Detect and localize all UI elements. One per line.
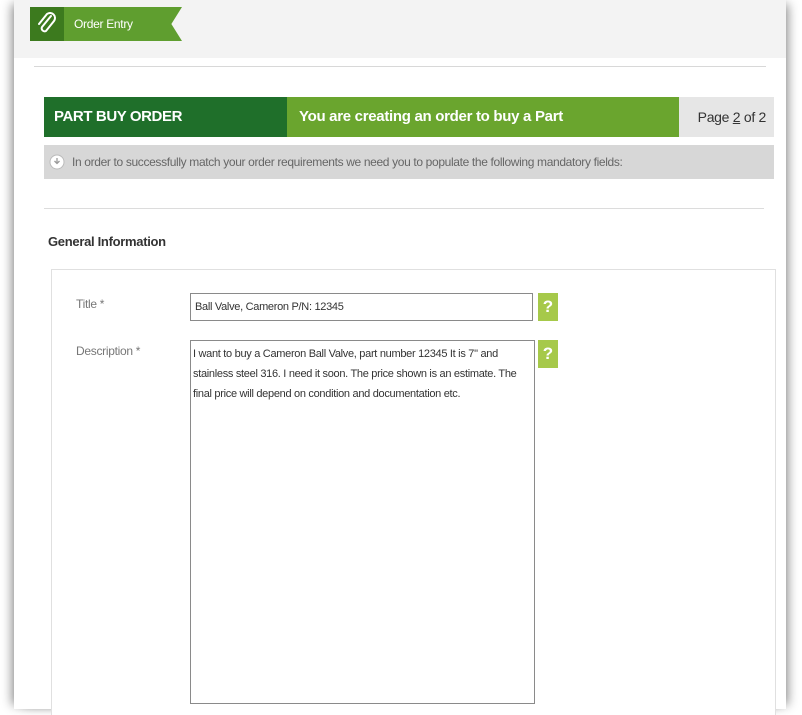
section-title: General Information (48, 234, 166, 249)
paperclip-icon (38, 12, 56, 33)
page-prefix: Page (697, 109, 733, 125)
order-type-block: PART BUY ORDER (44, 97, 287, 137)
order-subtitle-block: You are creating an order to buy a Part (287, 97, 679, 137)
description-help-button[interactable]: ? (538, 340, 558, 368)
tab-label: Order Entry (74, 17, 133, 31)
description-textarea[interactable]: I want to buy a Cameron Ball Valve, part… (190, 340, 535, 704)
order-header: PART BUY ORDER You are creating an order… (44, 97, 774, 137)
top-toolbar: Order Entry (14, 0, 786, 58)
page-title: PART BUY ORDER (54, 108, 183, 125)
section-divider (44, 208, 764, 209)
tab-icon-box (30, 7, 64, 41)
divider (34, 66, 766, 67)
page-subtitle: You are creating an order to buy a Part (299, 108, 563, 125)
title-help-button[interactable]: ? (538, 293, 558, 321)
page-suffix: of 2 (740, 109, 766, 125)
title-input[interactable] (190, 293, 533, 321)
page-indicator: Page 2 of 2 (697, 109, 767, 125)
tab-order-entry[interactable]: Order Entry (30, 7, 182, 41)
info-bar: In order to successfully match your orde… (44, 145, 774, 179)
description-label: Description * (76, 344, 141, 358)
info-text: In order to successfully match your orde… (72, 155, 623, 169)
title-label: Title * (76, 297, 105, 311)
window-frame: Order Entry PART BUY ORDER You are creat… (14, 0, 786, 715)
info-circle-icon (49, 154, 65, 170)
